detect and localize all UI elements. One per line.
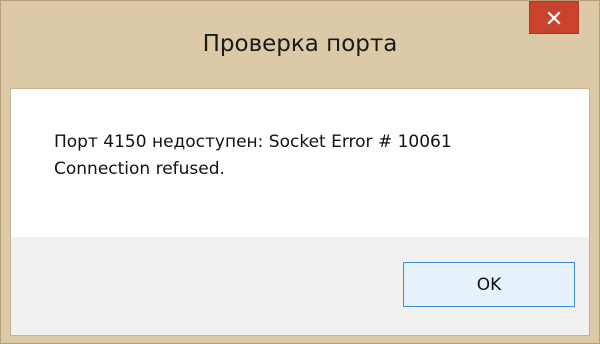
dialog-content: Порт 4150 недоступен: Socket Error # 100…: [10, 88, 590, 336]
ok-button[interactable]: OK: [403, 262, 575, 307]
dialog-window: Проверка порта Порт 4150 недоступен: Soc…: [0, 0, 600, 344]
close-button[interactable]: [529, 1, 579, 34]
dialog-title: Проверка порта: [202, 31, 398, 57]
close-icon: [547, 10, 561, 25]
button-panel: OK: [11, 237, 589, 335]
error-message-line-2: Connection refused.: [54, 159, 225, 179]
title-bar[interactable]: Проверка порта: [1, 1, 599, 88]
error-message: Порт 4150 недоступен: Socket Error # 100…: [54, 129, 452, 183]
error-message-line-1: Порт 4150 недоступен: Socket Error # 100…: [54, 132, 452, 152]
